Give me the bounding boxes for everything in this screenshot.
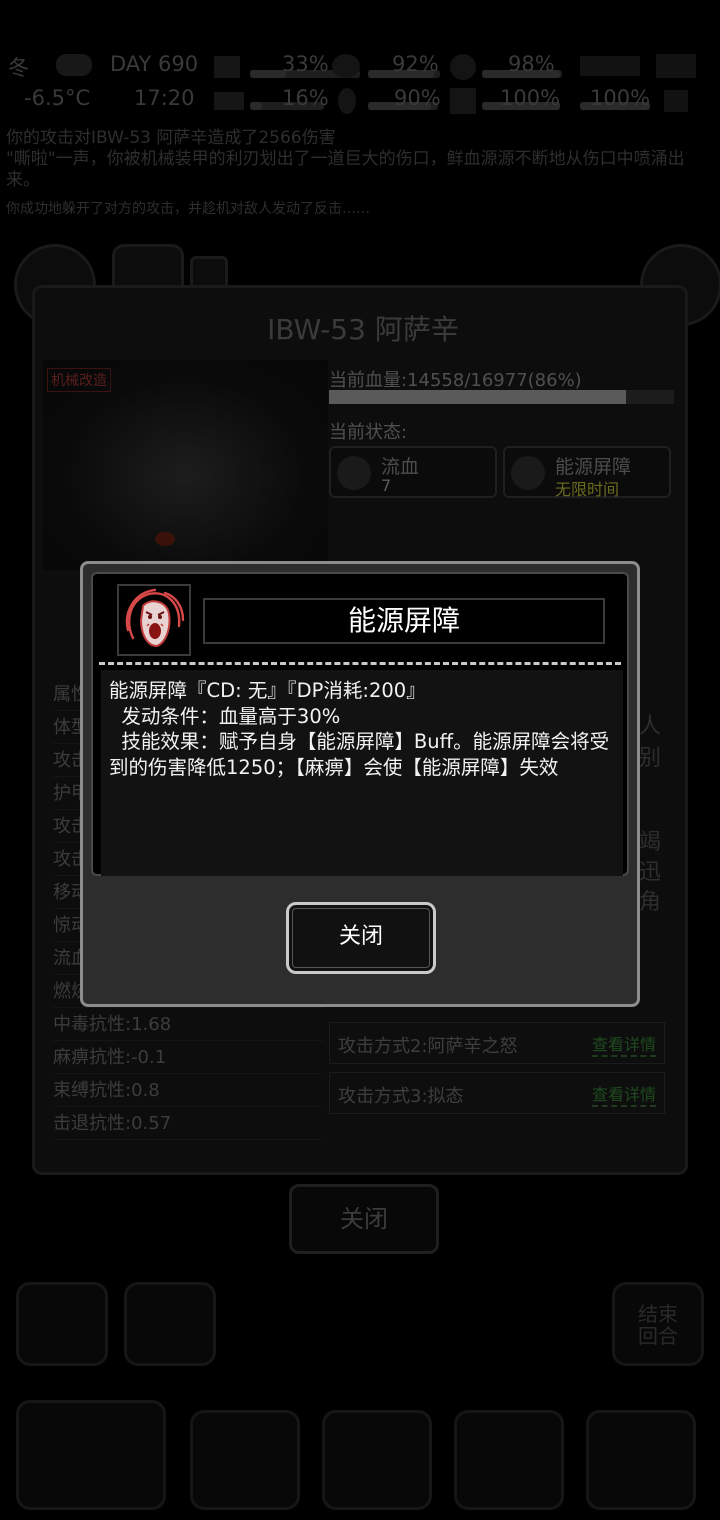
skill-effect-line: 技能效果：赋予自身【能源屏障】Buff。能源屏障会将受到的伤害降低1250；【麻… xyxy=(109,730,610,779)
temperature-text: -6.5°C xyxy=(24,86,91,110)
skill-title: 能源屏障 xyxy=(203,598,605,644)
hud-row-2: -6.5°C 17:20 16% 90% 100% 100% xyxy=(0,86,720,116)
mind-button[interactable] xyxy=(322,1410,432,1510)
food-icon xyxy=(332,54,360,78)
attribute-item: 中毒抗性:1.68 xyxy=(53,1008,323,1041)
skill-button[interactable] xyxy=(16,1282,108,1366)
attribute-item: 麻痹抗性:-0.1 xyxy=(53,1041,323,1074)
heart-icon xyxy=(450,88,476,114)
log-line: 你的攻击对IBW-53 阿萨辛造成了2566伤害 xyxy=(6,128,336,148)
status-value: 7 xyxy=(381,476,392,495)
side-text: 人 xyxy=(639,714,662,739)
status-name: 能源屏障 xyxy=(555,456,632,478)
enemy-tag: 机械改造 xyxy=(47,368,111,392)
inventory-button[interactable] xyxy=(190,1410,300,1510)
close-button[interactable]: 关闭 xyxy=(286,902,436,974)
status-card-bleed[interactable]: 流血 7 xyxy=(329,446,497,498)
stat-value-5: 90% xyxy=(394,86,441,110)
status-hud: 冬 DAY 690 33% 92% 98% -6.5°C 17:20 16% 9… xyxy=(0,50,720,120)
skill-condition-line: 发动条件：血量高于30% xyxy=(109,704,341,728)
attribute-item: 束缚抗性:0.8 xyxy=(53,1074,323,1107)
blood-drop-icon xyxy=(337,456,371,490)
view-details-button[interactable]: 查看详情 xyxy=(591,1081,656,1107)
status-value: 无限时间 xyxy=(555,480,620,499)
bag-icon xyxy=(214,56,240,78)
side-text: 角 xyxy=(639,890,662,915)
enemy-eye-glow xyxy=(155,532,175,546)
enemy-portrait: 机械改造 xyxy=(43,360,328,570)
day-text: DAY 690 xyxy=(110,52,199,76)
enemy-hp-label: 当前血量:14558/16977(86%) xyxy=(329,370,582,391)
log-line: "嘶啦"一声，你被机械装甲的利刃划出了一道巨大的伤口，鲜血源源不断地从伤口中喷涌… xyxy=(6,149,685,190)
attribute-item: 击退抗性:0.57 xyxy=(53,1107,323,1140)
speed-icon xyxy=(656,54,696,78)
enemy-dialog-close-button[interactable]: 关闭 xyxy=(289,1184,439,1254)
end-turn-button[interactable]: 结束 回合 xyxy=(612,1282,704,1366)
view-details-button[interactable]: 查看详情 xyxy=(591,1031,656,1057)
status-card-energy-barrier[interactable]: 能源屏障 无限时间 xyxy=(503,446,671,499)
attack-label: 攻击方式2:阿萨辛之怒 xyxy=(338,1036,518,1057)
skill-detail-panel: 能源屏障 能源屏障『CD: 无』『DP消耗:200』 发动条件：血量高于30% … xyxy=(91,572,629,876)
attack-label: 攻击方式3:拟态 xyxy=(338,1086,464,1107)
enemy-hp-bar xyxy=(329,390,674,404)
stat-value-4: 16% xyxy=(282,86,329,110)
menu-button[interactable] xyxy=(586,1410,696,1510)
stat-value-2: 92% xyxy=(392,52,439,76)
rest-icon xyxy=(214,92,244,110)
divider xyxy=(99,662,621,665)
hud-row-1: 冬 DAY 690 33% 92% 98% xyxy=(0,52,720,82)
combat-log: 你的攻击对IBW-53 阿萨辛造成了2566伤害 "嘶啦"一声，你被机械装甲的利… xyxy=(6,128,714,220)
skill-detail-popup: 能源屏障 能源屏障『CD: 无』『DP消耗:200』 发动条件：血量高于30% … xyxy=(80,561,640,1007)
skill-description: 能源屏障『CD: 无』『DP消耗:200』 发动条件：血量高于30% 技能效果：… xyxy=(101,670,623,876)
stat-value-6: 100% xyxy=(500,86,561,110)
move-button[interactable] xyxy=(124,1282,216,1366)
stat-value-7: 100% xyxy=(590,86,651,110)
enemy-name: IBW-53 阿萨辛 xyxy=(267,313,459,346)
signal-icon xyxy=(580,56,640,76)
side-text: 迅 xyxy=(639,860,662,885)
water-icon xyxy=(338,88,356,114)
screaming-face-icon xyxy=(117,584,191,656)
journal-button[interactable] xyxy=(454,1410,564,1510)
attack-row: 攻击方式3:拟态 查看详情 xyxy=(329,1072,665,1114)
skill-header-line: 能源屏障『CD: 无』『DP消耗:200』 xyxy=(109,679,426,702)
weather-icon xyxy=(56,54,92,76)
barrier-icon xyxy=(511,456,545,490)
side-text: 别 xyxy=(639,746,662,771)
stat-value-3: 98% xyxy=(508,52,555,76)
status-name: 流血 xyxy=(381,456,420,478)
sound-icon xyxy=(664,90,688,112)
stat-value-1: 33% xyxy=(282,52,329,76)
side-text: 竭 xyxy=(639,830,662,855)
mood-icon xyxy=(450,54,476,80)
enemy-hp-fill xyxy=(329,390,626,404)
attack-row: 攻击方式2:阿萨辛之怒 查看详情 xyxy=(329,1022,665,1064)
enemy-state-label: 当前状态: xyxy=(329,422,408,443)
log-line: 你成功地躲开了对方的攻击，并趁机对敌人发动了反击…… xyxy=(6,201,370,217)
time-text: 17:20 xyxy=(134,86,195,110)
season-text: 冬 xyxy=(8,56,29,80)
weapon-button[interactable] xyxy=(16,1400,166,1510)
